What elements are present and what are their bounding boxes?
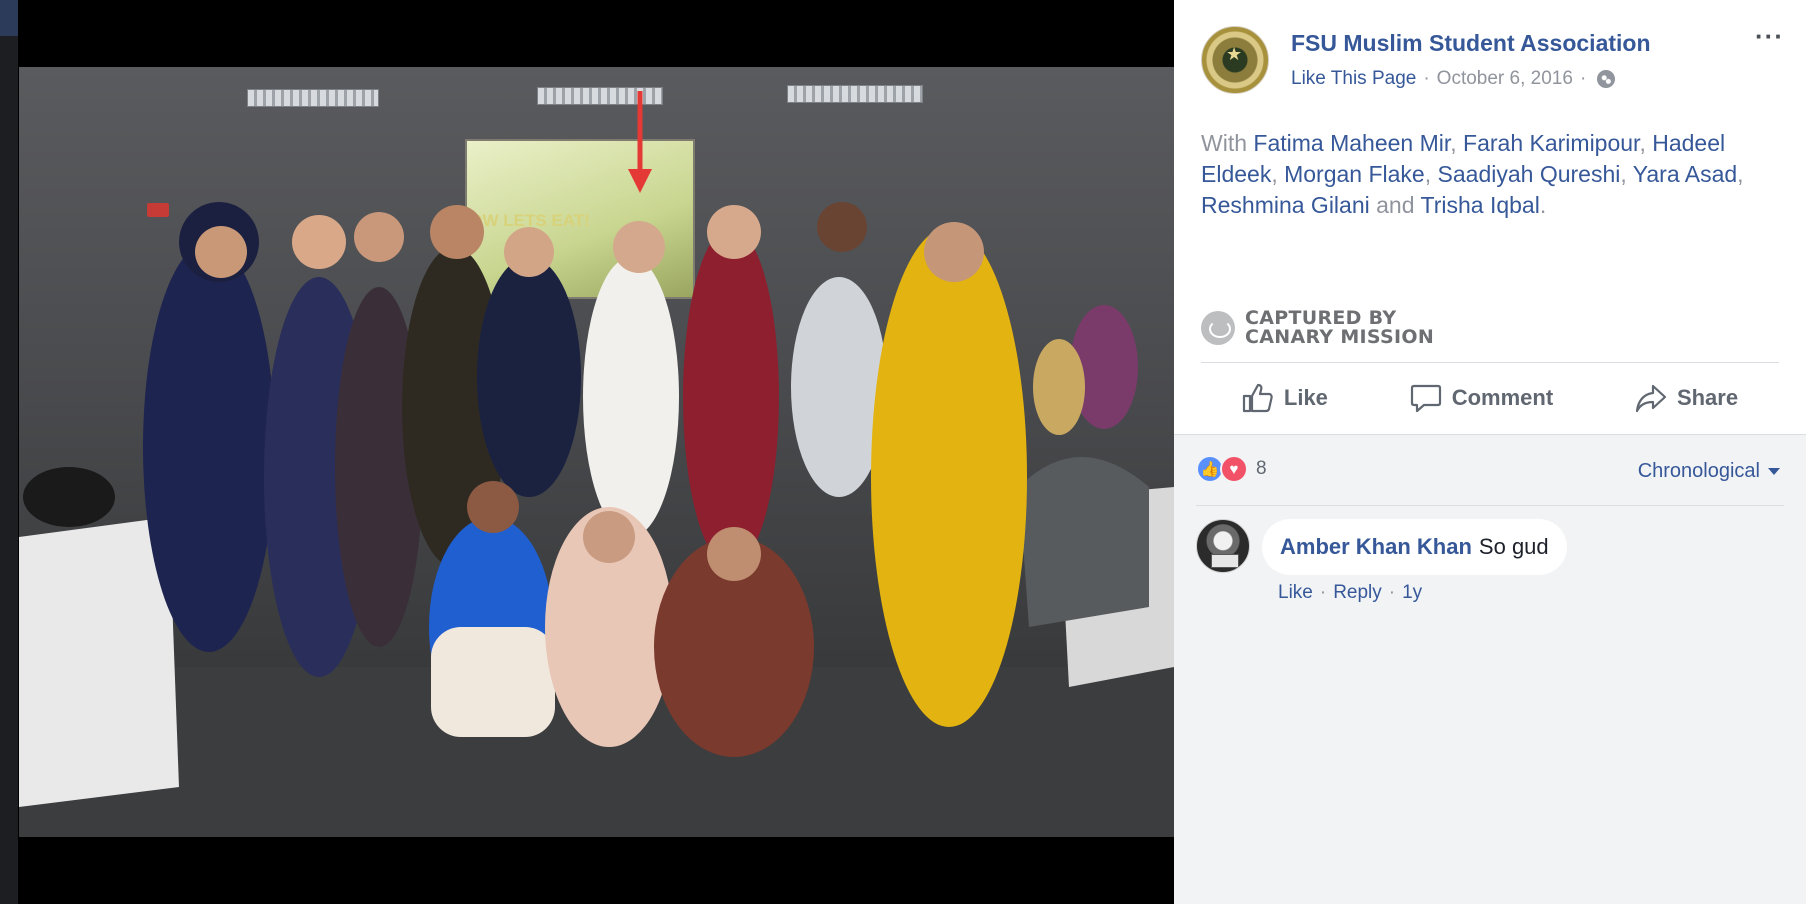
comment-actions: Like · Reply · 1y <box>1278 582 1422 604</box>
comment-author-link[interactable]: Amber Khan Khan <box>1280 534 1472 560</box>
more-icon[interactable]: ··· <box>1755 23 1784 49</box>
sort-label: Chronological <box>1637 460 1760 482</box>
red-arrow-annotation <box>628 91 652 193</box>
divider <box>1201 362 1779 363</box>
and-word: and <box>1376 192 1415 218</box>
meta-separator: · <box>1388 582 1396 603</box>
tagged-person-link[interactable]: Yara Asad <box>1633 161 1737 187</box>
comment-button-label: Comment <box>1451 385 1554 410</box>
comment-icon <box>1410 384 1441 413</box>
share-icon <box>1635 384 1667 413</box>
comments-section: 👍 ♥ 8 Chronological Amber Khan Khan So g… <box>1174 434 1806 904</box>
comment-bubble: Amber Khan Khan So gud <box>1262 519 1567 575</box>
comment-sort-dropdown[interactable]: Chronological <box>1638 460 1780 483</box>
background-page-tab <box>0 0 18 36</box>
caret-down-icon <box>1768 468 1780 475</box>
post-actions: Like Comment Share <box>1201 366 1779 430</box>
post-meta: Like This Page · October 6, 2016 · <box>1291 68 1616 90</box>
canary-mission-watermark: CAPTURED BY CANARY MISSION <box>1201 309 1434 347</box>
tagged-person-link[interactable]: Trisha Iqbal <box>1421 192 1540 218</box>
share-button-label: Share <box>1676 385 1739 410</box>
tagged-person-link[interactable]: Reshmina Gilani <box>1201 192 1370 218</box>
meta-separator: · <box>1579 68 1587 89</box>
thumbs-up-icon <box>1242 383 1273 413</box>
tagged-people: With Fatima Maheen Mir, Farah Karimipour… <box>1201 130 1744 218</box>
tagged-person-link[interactable]: Fatima Maheen Mir <box>1253 130 1450 156</box>
tagged-person-link[interactable]: Farah Karimipour <box>1463 130 1639 156</box>
photo-scene <box>19 91 1174 837</box>
meta-separator: · <box>1319 582 1327 603</box>
like-button[interactable]: Like <box>1242 383 1328 413</box>
post-date[interactable]: October 6, 2016 <box>1437 68 1573 90</box>
comment-like-link[interactable]: Like <box>1278 582 1313 604</box>
share-button[interactable]: Share <box>1635 383 1738 413</box>
photo-viewer: NOW LETS EAT! <box>0 0 1174 904</box>
love-reaction-icon: ♥ <box>1220 455 1248 483</box>
page-name-link[interactable]: FSU Muslim Student Association <box>1291 30 1651 57</box>
tagged-person-link[interactable]: Morgan Flake <box>1284 161 1425 187</box>
background-page-strip <box>0 0 18 904</box>
comment-reply-link[interactable]: Reply <box>1333 582 1382 604</box>
meta-separator: · <box>1423 68 1430 89</box>
post-info-panel: ★ FSU Muslim Student Association ··· Lik… <box>1174 0 1806 904</box>
tagged-person-link[interactable]: Saadiyah Qureshi <box>1438 161 1621 187</box>
canary-logo-icon <box>1201 311 1235 345</box>
commenter-avatar[interactable] <box>1196 519 1250 573</box>
with-prefix: With <box>1201 130 1247 156</box>
reactions-summary[interactable]: 👍 ♥ 8 <box>1196 455 1267 483</box>
globe-icon[interactable] <box>1597 70 1616 88</box>
comment-text: So gud <box>1478 534 1549 559</box>
divider <box>1196 505 1784 506</box>
star-icon: ★ <box>1226 44 1243 64</box>
watermark-line-2: CANARY MISSION <box>1245 326 1435 348</box>
like-button-label: Like <box>1283 385 1328 410</box>
comment-button[interactable]: Comment <box>1410 383 1553 413</box>
page-avatar[interactable]: ★ <box>1201 26 1269 94</box>
like-this-page-link[interactable]: Like This Page <box>1291 68 1416 90</box>
comment-timestamp[interactable]: 1y <box>1402 582 1422 604</box>
photo[interactable]: NOW LETS EAT! <box>19 67 1174 837</box>
reaction-count[interactable]: 8 <box>1256 458 1267 480</box>
